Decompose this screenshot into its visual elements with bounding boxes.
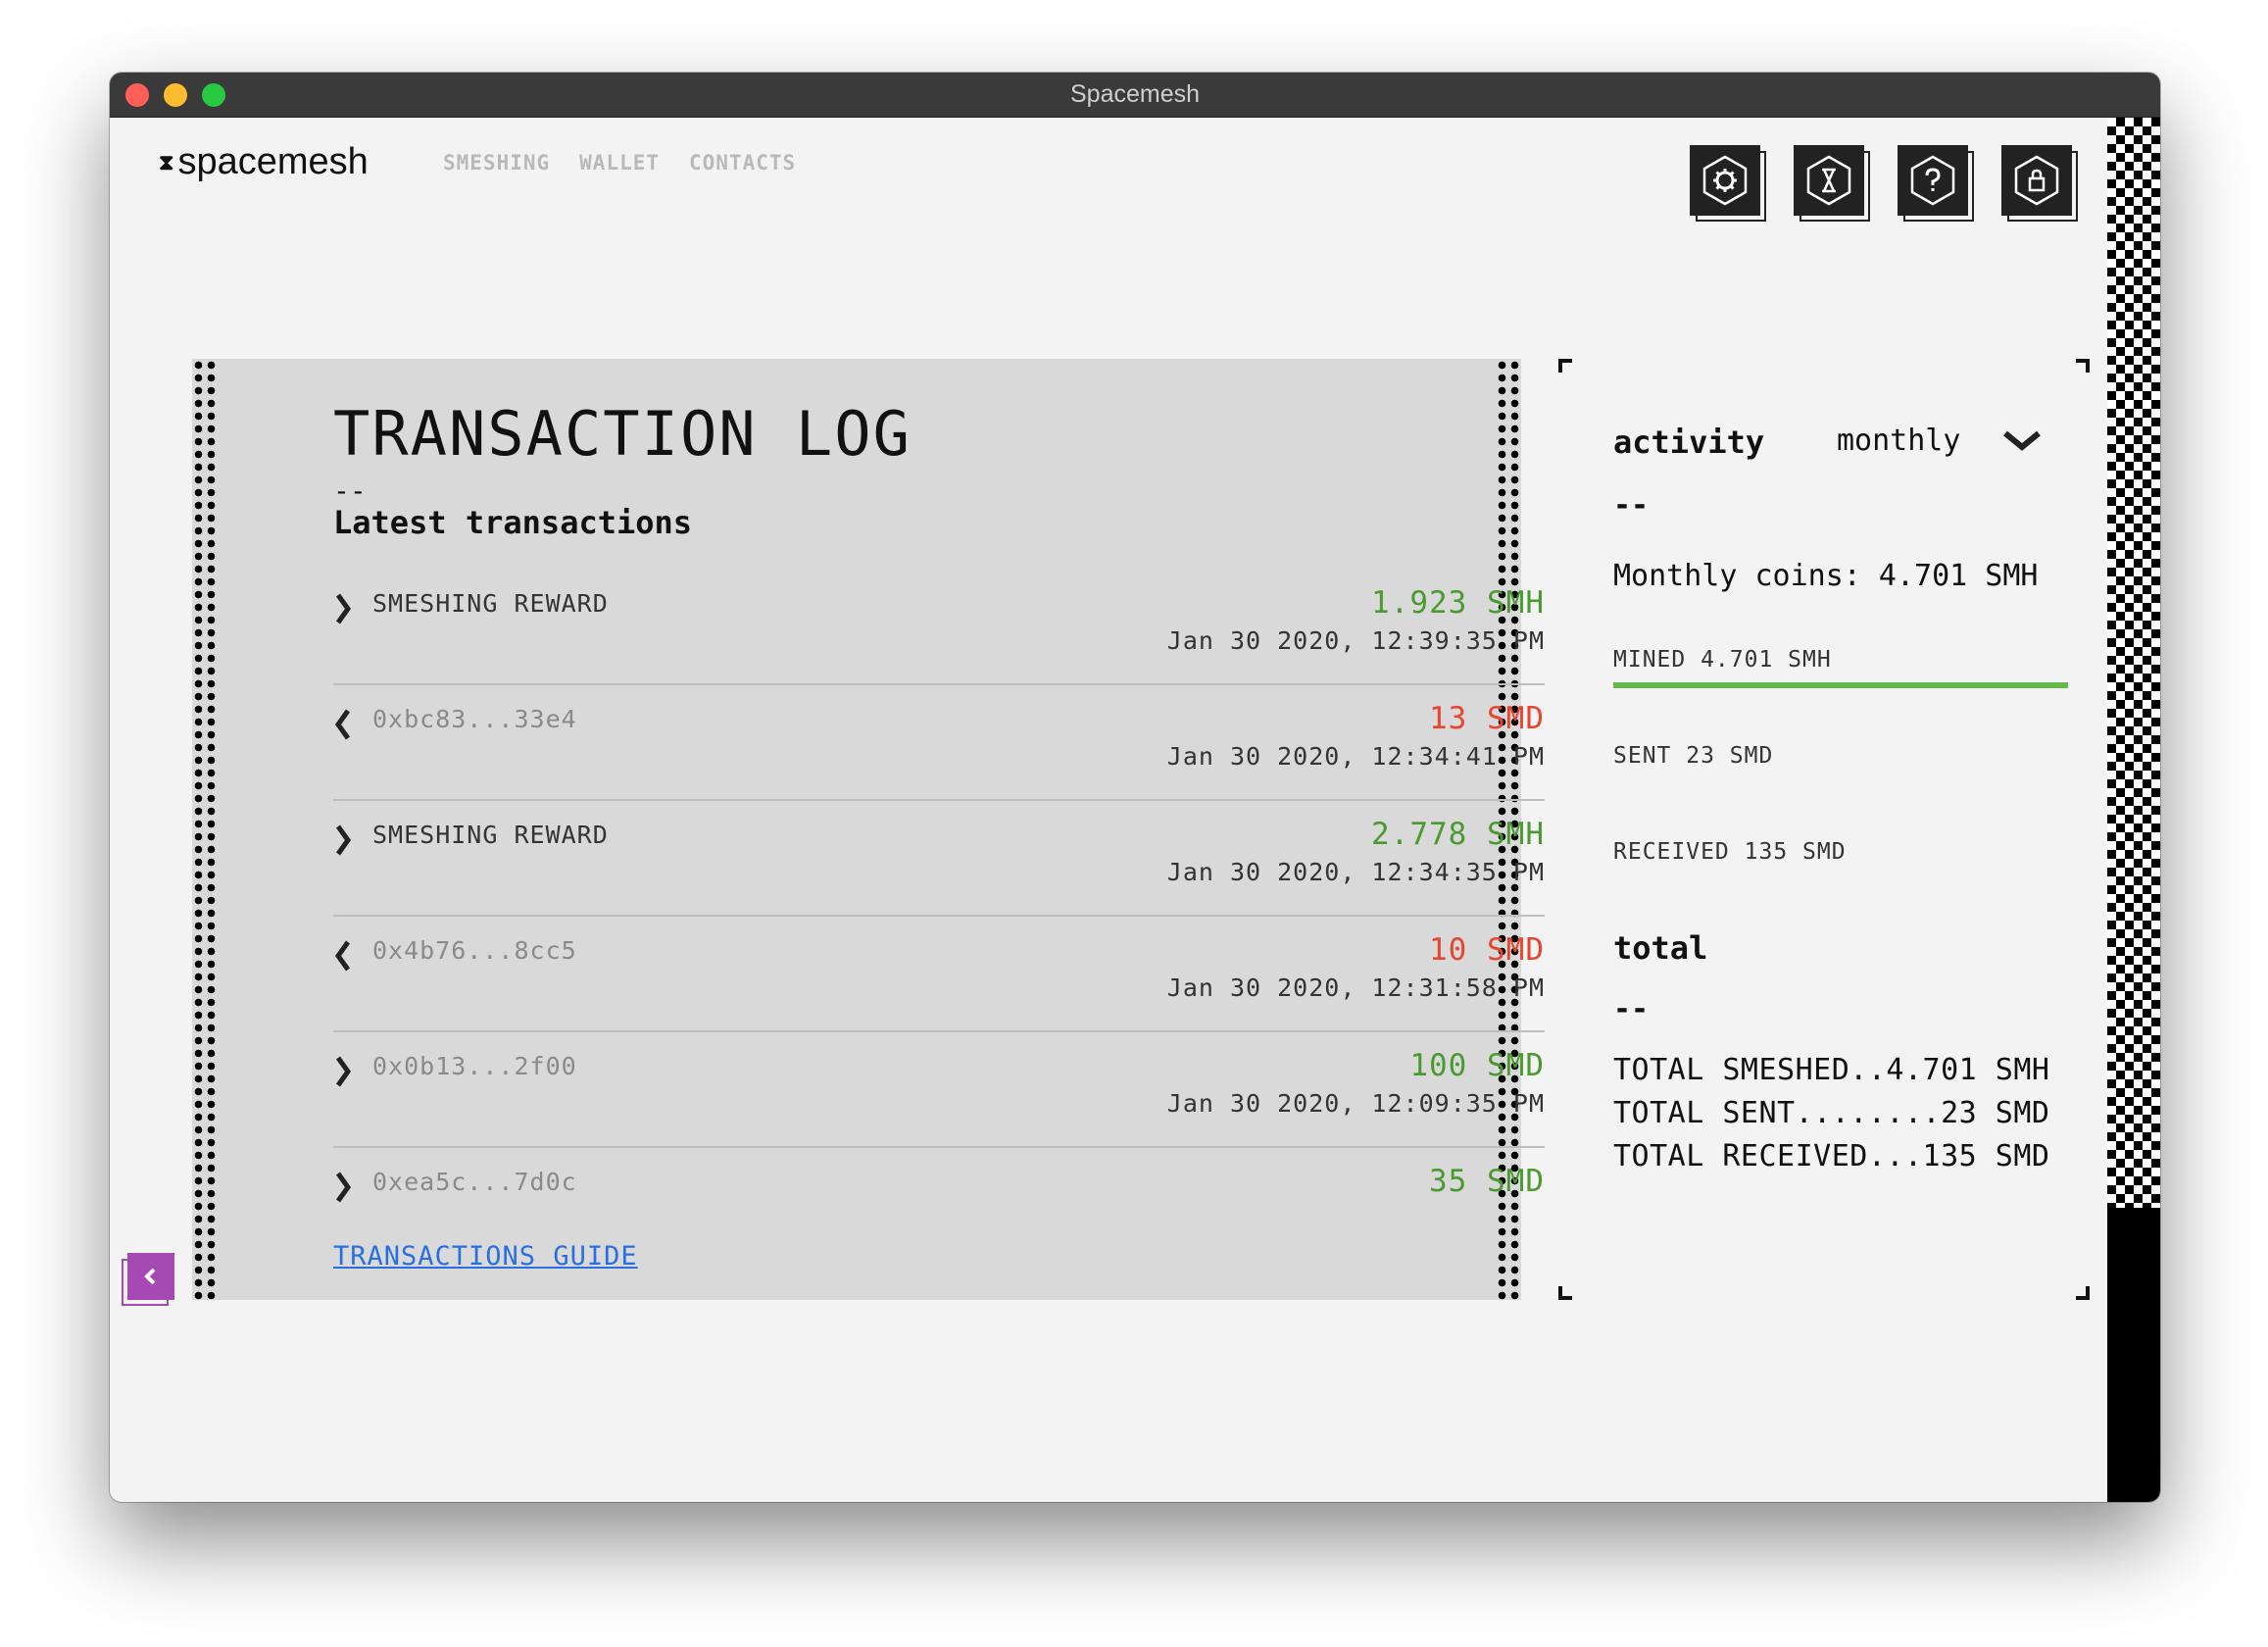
outgoing-arrow-icon [334, 709, 351, 740]
activity-divider: -- [1613, 488, 1650, 523]
transaction-amount: 10 SMD [1429, 932, 1545, 968]
transaction-label: 0xea5c...7d0c [372, 1168, 577, 1196]
transaction-row[interactable]: 0xbc83...33e4 13 SMD Jan 30 2020, 12:34:… [333, 685, 1545, 801]
total-divider: -- [1613, 992, 1650, 1026]
transaction-date: Jan 30 2020, 12:34:35 PM [1166, 858, 1545, 886]
spacemesh-logo-icon: ⧗ [159, 149, 174, 175]
title-divider: -- [333, 474, 367, 507]
transaction-row[interactable]: 0x4b76...8cc5 10 SMD Jan 30 2020, 12:31:… [333, 917, 1545, 1032]
window-title: Spacemesh [1069, 80, 1201, 108]
transaction-date: Jan 30 2020, 12:09:35 PM [1166, 1089, 1545, 1118]
transaction-label: SMESHING REWARD [372, 589, 609, 618]
received-stat: RECEIVED 135 SMD [1613, 839, 1847, 865]
outgoing-arrow-icon [334, 940, 351, 972]
transaction-amount: 13 SMD [1429, 701, 1545, 736]
hourglass-icon [1806, 155, 1851, 206]
app-logo: ⧗ spacemesh [159, 141, 369, 183]
incoming-arrow-icon [335, 824, 352, 856]
nav-smeshing[interactable]: SMESHING [443, 151, 550, 175]
transaction-list: SMESHING REWARD 1.923 SMH Jan 30 2020, 1… [333, 570, 1545, 1226]
transaction-date: Jan 30 2020, 12:34:41 PM [1166, 742, 1545, 771]
total-smeshed: TOTAL SMESHED..4.701 SMH [1613, 1053, 2050, 1087]
title-bar: Spacemesh [110, 73, 2160, 118]
transaction-amount: 2.778 SMH [1371, 817, 1545, 852]
help-button[interactable] [1898, 145, 1974, 222]
transaction-date: Jan 30 2020, 12:31:58 PM [1166, 973, 1545, 1002]
transaction-label: 0xbc83...33e4 [372, 705, 577, 733]
transaction-amount: 1.923 SMH [1371, 585, 1545, 621]
nav-wallet[interactable]: WALLET [579, 151, 660, 175]
nav-contacts[interactable]: CONTACTS [689, 151, 796, 175]
activity-title: activity [1613, 424, 1765, 461]
incoming-arrow-icon [335, 593, 352, 624]
lock-icon [2014, 155, 2059, 206]
decorative-border-left [192, 359, 218, 1300]
back-button[interactable] [122, 1253, 174, 1306]
transaction-row[interactable]: 0x0b13...2f00 100 SMD Jan 30 2020, 12:09… [333, 1032, 1545, 1148]
total-received: TOTAL RECEIVED...135 SMD [1613, 1139, 2050, 1173]
mined-progress-bar [1613, 682, 2068, 688]
transactions-guide-link[interactable]: TRANSACTIONS GUIDE [333, 1241, 638, 1272]
activity-panel: activity monthly -- Monthly coins: 4.701… [1558, 359, 2090, 1300]
mined-stat: MINED 4.701 SMH [1613, 647, 1832, 673]
logo-text: spacemesh [177, 141, 369, 182]
app-window: Spacemesh ⧗ spacemesh SMESHING WALLET CO… [110, 73, 2160, 1502]
transaction-label: 0x4b76...8cc5 [372, 936, 577, 965]
transaction-date: Jan 30 2020, 12:39:35 PM [1166, 626, 1545, 655]
period-dropdown[interactable]: monthly [1837, 424, 1960, 458]
gear-icon [1702, 155, 1748, 206]
transaction-row[interactable]: SMESHING REWARD 2.778 SMH Jan 30 2020, 1… [333, 801, 1545, 917]
main-nav: SMESHING WALLET CONTACTS [443, 151, 796, 175]
transaction-log-panel: TRANSACTION LOG -- Latest transactions S… [192, 359, 1545, 1300]
network-button[interactable] [1794, 145, 1870, 222]
settings-button[interactable] [1690, 145, 1766, 222]
chevron-left-icon [144, 1268, 156, 1285]
monthly-coins: Monthly coins: 4.701 SMH [1613, 559, 2039, 593]
transaction-amount: 100 SMD [1409, 1048, 1545, 1083]
incoming-arrow-icon [335, 1056, 352, 1087]
lock-button[interactable] [2001, 145, 2078, 222]
chevron-down-icon[interactable] [2001, 427, 2043, 453]
incoming-arrow-icon [335, 1172, 352, 1203]
page-title: TRANSACTION LOG [333, 398, 912, 470]
transaction-row[interactable]: 0xea5c...7d0c 35 SMD [333, 1148, 1545, 1226]
total-sent: TOTAL SENT........23 SMD [1613, 1096, 2050, 1130]
transaction-amount: 35 SMD [1429, 1164, 1545, 1199]
mined-progress-fill [1613, 682, 2068, 688]
total-title: total [1613, 929, 1708, 967]
section-subtitle: Latest transactions [333, 504, 693, 541]
sent-stat: SENT 23 SMD [1613, 743, 1774, 769]
decorative-pattern-strip [2107, 118, 2160, 1502]
transaction-label: SMESHING REWARD [372, 821, 609, 849]
transaction-row[interactable]: SMESHING REWARD 1.923 SMH Jan 30 2020, 1… [333, 570, 1545, 685]
help-icon [1910, 155, 1955, 206]
transaction-label: 0x0b13...2f00 [372, 1052, 577, 1080]
